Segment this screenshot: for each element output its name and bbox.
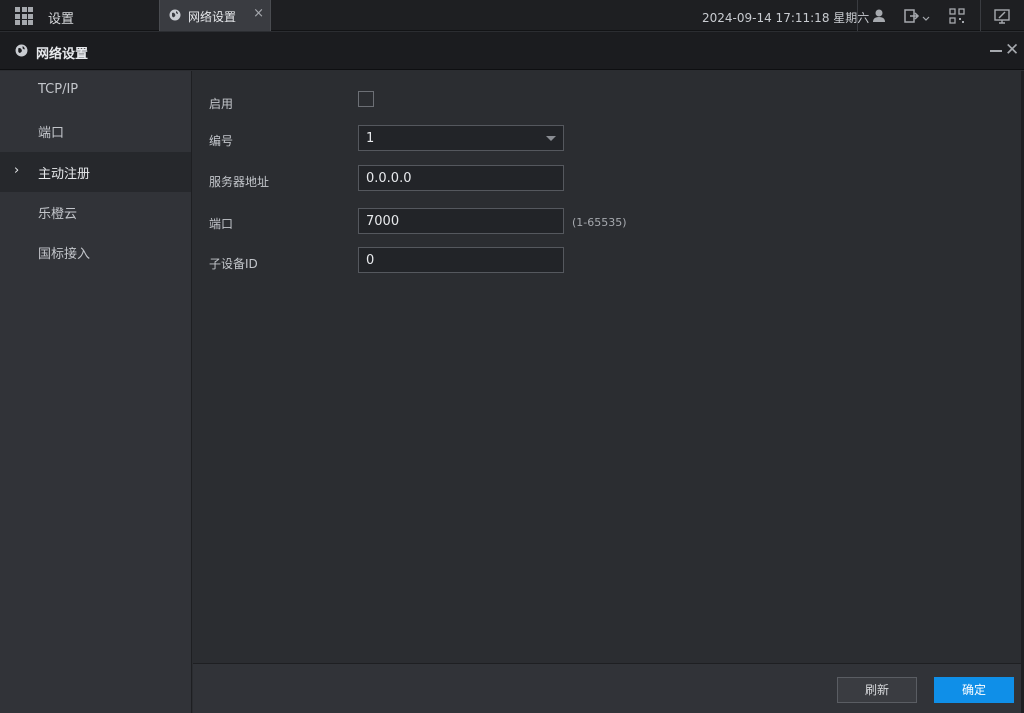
globe-icon (15, 44, 28, 57)
number-value: 1 (366, 131, 375, 146)
divider (857, 0, 858, 31)
sidebar-item-port[interactable]: 端口 (0, 111, 191, 151)
subdevice-id-input[interactable]: 0 (358, 247, 564, 273)
sidebar-item-active-registration[interactable]: › 主动注册 (0, 152, 191, 192)
settings-title[interactable]: 设置 (48, 8, 74, 27)
datetime: 2024-09-14 17:11:18 星期六 (702, 11, 870, 25)
enable-checkbox[interactable] (358, 91, 374, 107)
server-address-value: 0.0.0.0 (366, 171, 412, 186)
sidebar: TCP/IP 端口 › 主动注册 乐橙云 国标接入 (0, 71, 192, 713)
server-address-label: 服务器地址 (209, 175, 270, 189)
ok-button[interactable]: 确定 (934, 677, 1014, 703)
tab-label: 网络设置 (188, 10, 237, 24)
chevron-right-icon: › (14, 163, 20, 178)
tab-network-settings[interactable]: 网络设置 × (159, 0, 271, 31)
refresh-button[interactable]: 刷新 (837, 677, 917, 703)
close-icon[interactable]: ✕ (1005, 40, 1019, 60)
sidebar-item-label: 主动注册 (38, 167, 91, 182)
window-title: 网络设置 (36, 47, 89, 62)
user-icon[interactable] (870, 7, 888, 25)
bottom-action-bar: 刷新 确定 (193, 663, 1021, 713)
top-bar: 设置 网络设置 × 2024-09-14 17:11:18 星期六 (0, 0, 1024, 31)
port-input[interactable]: 7000 (358, 208, 564, 234)
server-address-input[interactable]: 0.0.0.0 (358, 165, 564, 191)
divider (980, 0, 981, 31)
main-content: 启用 编号 1 服务器地址 0.0.0.0 端口 7000 (1-65535) … (193, 71, 1021, 663)
sidebar-item-gb-access[interactable]: 国标接入 (0, 232, 191, 272)
sidebar-item-tcpip[interactable]: TCP/IP (0, 71, 191, 111)
window-title-bar: 网络设置 ✕ (0, 32, 1024, 70)
monitor-icon[interactable] (993, 7, 1011, 25)
minimize-icon[interactable] (990, 50, 1002, 52)
qr-code-icon[interactable] (948, 7, 966, 25)
sidebar-item-label: 端口 (38, 126, 65, 141)
number-select[interactable]: 1 (358, 125, 564, 151)
main-menu-grid-icon[interactable] (15, 7, 33, 25)
subdevice-id-value: 0 (366, 253, 375, 268)
sidebar-item-lechange-cloud[interactable]: 乐橙云 (0, 192, 191, 232)
port-label: 端口 (209, 217, 234, 231)
logout-icon[interactable] (903, 7, 931, 25)
sidebar-item-label: TCP/IP (38, 82, 79, 97)
port-value: 7000 (366, 214, 400, 229)
port-range-hint: (1-65535) (572, 216, 627, 229)
sidebar-item-label: 乐橙云 (38, 207, 78, 222)
enable-label: 启用 (209, 97, 234, 111)
globe-icon (169, 9, 181, 21)
chevron-down-icon (546, 136, 556, 141)
number-label: 编号 (209, 134, 234, 148)
tab-close-icon[interactable]: × (253, 6, 264, 21)
subdevice-id-label: 子设备ID (209, 257, 258, 271)
sidebar-item-label: 国标接入 (38, 247, 91, 262)
